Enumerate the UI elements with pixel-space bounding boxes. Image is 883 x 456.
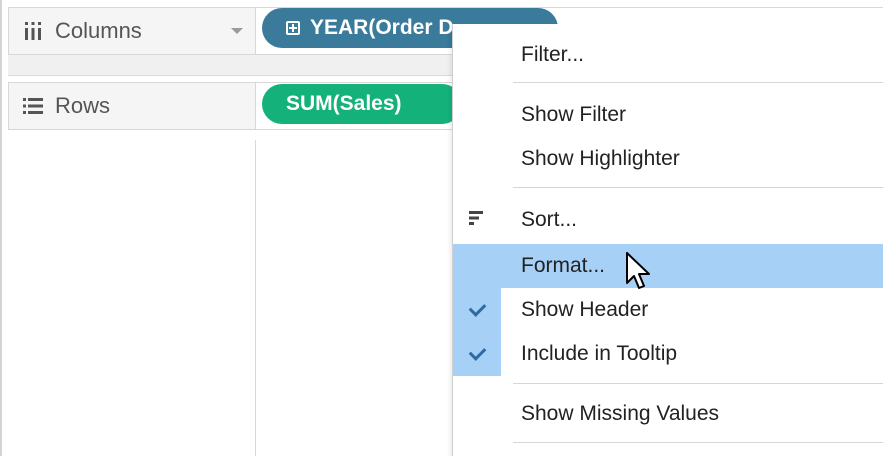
menu-item-show-missing-values[interactable]: Show Missing Values — [453, 392, 883, 436]
rows-icon — [23, 97, 43, 115]
row-header-area — [8, 140, 256, 456]
checkmark-icon — [468, 299, 486, 317]
columns-icon — [23, 22, 43, 40]
rows-label: Rows — [55, 93, 111, 118]
menu-item-show-highlighter[interactable]: Show Highlighter — [453, 137, 883, 181]
menu-divider — [513, 383, 883, 384]
context-menu: Filter... Show Filter Show Highlighter S… — [452, 24, 883, 456]
rows-shelf-label[interactable]: Rows — [8, 82, 256, 130]
columns-label: Columns — [55, 18, 142, 43]
pill-label: YEAR(Order D — [310, 16, 454, 39]
checkmark-icon — [468, 343, 486, 361]
menu-item-filter[interactable]: Filter... — [453, 33, 883, 77]
menu-item-sort[interactable]: Sort... — [453, 198, 883, 242]
window-edge — [0, 0, 2, 456]
menu-item-include-in-tooltip[interactable]: Include in Tooltip — [453, 332, 883, 376]
sort-icon — [469, 210, 485, 231]
menu-item-show-filter[interactable]: Show Filter — [453, 93, 883, 137]
pill-label: SUM(Sales) — [286, 92, 402, 115]
columns-shelf-label[interactable]: Columns — [8, 7, 256, 55]
menu-item-format[interactable]: Format... — [453, 244, 883, 288]
sum-sales-pill[interactable]: SUM(Sales) — [262, 84, 462, 124]
mouse-cursor-icon — [626, 252, 650, 289]
expand-icon[interactable] — [286, 21, 300, 35]
menu-item-show-header[interactable]: Show Header — [453, 288, 883, 332]
columns-dropdown-icon[interactable] — [231, 28, 243, 34]
menu-divider — [513, 442, 883, 443]
menu-divider — [513, 187, 883, 188]
menu-divider — [513, 82, 883, 83]
